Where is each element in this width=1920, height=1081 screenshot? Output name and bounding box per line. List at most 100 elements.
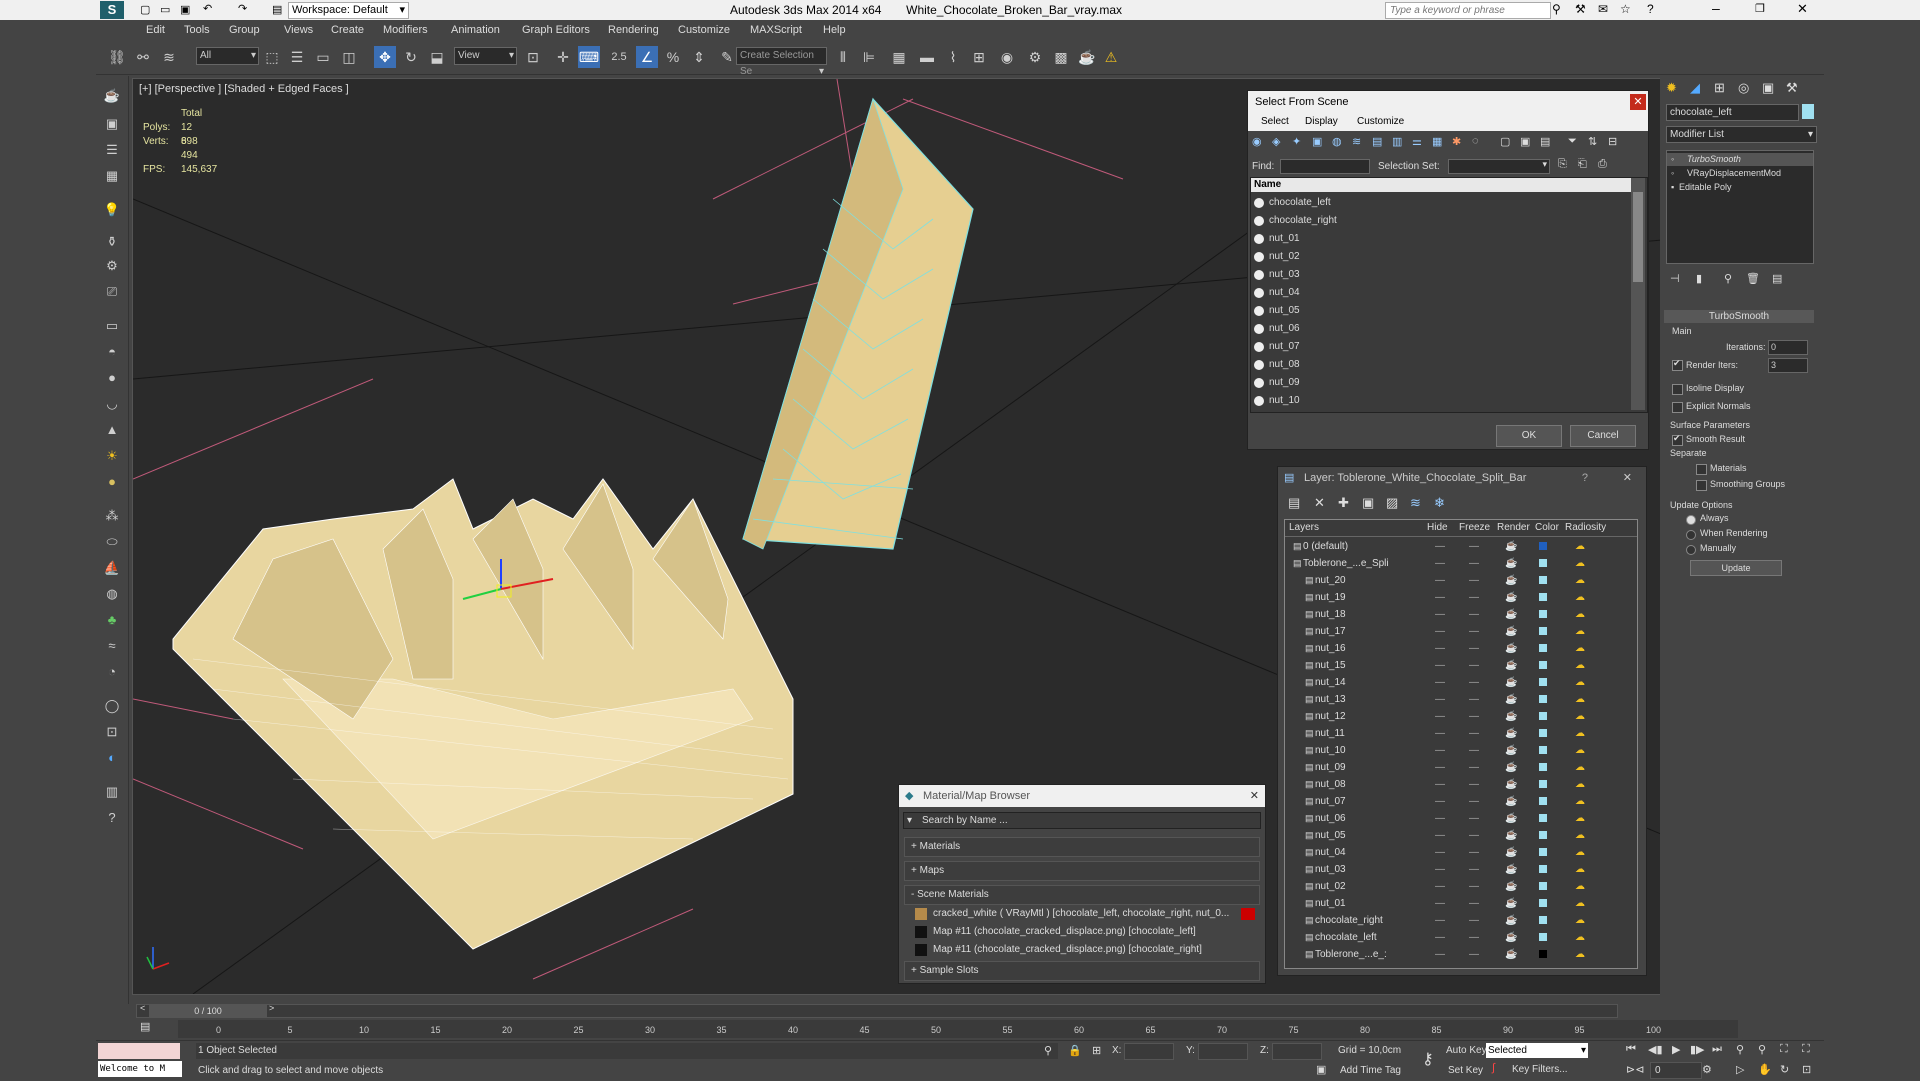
layer-row[interactable]: ▤ nut_06 — — ☕ ☁ <box>1285 810 1637 827</box>
hide-toggle[interactable]: — <box>1435 912 1445 929</box>
stack-item-editable-poly[interactable]: ▪ Editable Poly <box>1667 181 1813 194</box>
list-item[interactable]: nut_08 <box>1251 356 1631 374</box>
hierarchy-tab-icon[interactable]: ⊞ <box>1714 80 1725 96</box>
configure-sets-icon[interactable]: ▤ <box>1772 272 1782 285</box>
bind-space-warp-icon[interactable]: ≋ <box>158 46 180 68</box>
warning-icon[interactable]: ⚠ <box>1100 46 1122 68</box>
render-teapot-icon[interactable]: ☕ <box>1505 776 1517 793</box>
hide-toggle[interactable]: — <box>1435 742 1445 759</box>
ball-icon[interactable]: ● <box>102 472 122 492</box>
render-teapot-icon[interactable]: ☕ <box>1505 742 1517 759</box>
subscription-icon[interactable]: ⚒ <box>1575 2 1586 16</box>
mini-curve-editor-icon[interactable]: ▤ <box>140 1020 150 1033</box>
sfs-name-column-header[interactable]: Name <box>1251 178 1634 192</box>
render-teapot-icon[interactable]: ☕ <box>1505 844 1517 861</box>
hide-toggle[interactable]: — <box>1435 640 1445 657</box>
minimize-button[interactable]: – <box>1712 0 1720 16</box>
radiosity-icon[interactable]: ☁ <box>1575 623 1585 640</box>
display-spacewarps-icon[interactable]: ≋ <box>1352 135 1361 148</box>
hide-toggle[interactable]: — <box>1435 606 1445 623</box>
vray-help-icon[interactable]: ? <box>102 808 122 828</box>
material-browser-titlebar[interactable]: ◆ Material/Map Browser ✕ <box>899 785 1265 807</box>
layer-row[interactable]: ▤ chocolate_right — — ☕ ☁ <box>1285 912 1637 929</box>
filter-icon[interactable]: ⏷ <box>1568 135 1577 148</box>
binoculars-icon[interactable]: ⚲ <box>1552 2 1561 16</box>
close-icon[interactable]: ✕ <box>1630 94 1646 110</box>
hide-toggle[interactable]: — <box>1435 844 1445 861</box>
modifier-list-dropdown[interactable]: Modifier List ▾ <box>1666 126 1817 143</box>
radiosity-icon[interactable]: ☁ <box>1575 657 1585 674</box>
radiosity-icon[interactable]: ☁ <box>1575 793 1585 810</box>
object-color-swatch[interactable] <box>1802 104 1814 119</box>
delete-layer-icon[interactable]: ✕ <box>1314 495 1325 511</box>
separate-smoothing-groups-checkbox[interactable] <box>1696 480 1707 491</box>
globe-icon[interactable]: ◍ <box>102 584 122 604</box>
list-item[interactable]: nut_10 <box>1251 392 1631 410</box>
display-groups-icon[interactable]: ▤ <box>1372 135 1382 148</box>
zoom-extents-icon[interactable]: ⛶ <box>1780 1043 1788 1056</box>
display-hidden-icon[interactable]: ◌ <box>1472 135 1479 147</box>
selection-filter-dropdown[interactable]: All ▾ <box>196 47 259 65</box>
hide-toggle[interactable]: — <box>1435 878 1445 895</box>
sun-icon[interactable]: ☀ <box>102 446 122 466</box>
hide-toggle[interactable]: — <box>1435 725 1445 742</box>
render-teapot-icon[interactable]: ☕ <box>1505 589 1517 606</box>
add-to-layer-icon[interactable]: ✚ <box>1338 495 1349 511</box>
list-item[interactable]: chocolate_left <box>1251 194 1631 212</box>
sample-slots-section[interactable]: + Sample Slots <box>904 961 1260 981</box>
freeze-toggle[interactable]: — <box>1469 708 1479 725</box>
menu-tools[interactable]: Tools <box>184 24 210 36</box>
maps-section[interactable]: + Maps <box>904 861 1260 881</box>
hide-toggle[interactable]: — <box>1435 589 1445 606</box>
col-layers[interactable]: Layers <box>1289 522 1319 533</box>
render-teapot-icon[interactable]: ☕ <box>1505 674 1517 691</box>
angle-snap-icon[interactable]: ∠ <box>636 46 658 68</box>
menu-modifiers[interactable]: Modifiers <box>383 24 428 36</box>
layer-color-swatch[interactable] <box>1539 593 1547 601</box>
freeze-toggle[interactable]: — <box>1469 606 1479 623</box>
list-item[interactable]: nut_04 <box>1251 284 1631 302</box>
hide-toggle[interactable]: — <box>1435 623 1445 640</box>
keyboard-shortcut-override-icon[interactable]: ⌨ <box>578 46 600 68</box>
radiosity-icon[interactable]: ☁ <box>1575 589 1585 606</box>
close-icon[interactable]: ✕ <box>1623 467 1632 489</box>
light-bulb-icon[interactable]: 💡 <box>102 200 122 220</box>
x-coordinate-field[interactable] <box>1124 1043 1174 1060</box>
orbit-icon[interactable]: ↻ <box>1780 1063 1789 1076</box>
remove-modifier-icon[interactable]: 🗑 <box>1746 272 1760 285</box>
grid-icon[interactable]: ▦ <box>102 166 122 186</box>
favorites-icon[interactable]: ☆ <box>1620 2 1631 16</box>
hemisphere-icon[interactable]: ◓ <box>102 342 122 362</box>
teapot-small-icon[interactable]: ⚱ <box>102 232 122 252</box>
render-teapot-icon[interactable]: ☕ <box>1505 759 1517 776</box>
render-teapot-icon[interactable]: ☕ <box>1505 827 1517 844</box>
help-search-input[interactable]: Type a keyword or phrase <box>1385 2 1551 19</box>
layer-row[interactable]: ▤ nut_11 — — ☕ ☁ <box>1285 725 1637 742</box>
list-item[interactable]: chocolate_right <box>1251 212 1631 230</box>
y-coordinate-field[interactable] <box>1198 1043 1248 1060</box>
radiosity-icon[interactable]: ☁ <box>1575 640 1585 657</box>
zoom-all-icon[interactable]: ⚲ <box>1758 1043 1766 1056</box>
col-freeze[interactable]: Freeze <box>1459 522 1490 533</box>
plant-icon[interactable]: ♣ <box>102 610 122 630</box>
menu-maxscript[interactable]: MAXScript <box>750 24 802 36</box>
render-teapot-icon[interactable]: ☕ <box>1505 912 1517 929</box>
add-time-tag-icon[interactable]: ▣ <box>1316 1063 1326 1076</box>
layer-row[interactable]: ▤ nut_13 — — ☕ ☁ <box>1285 691 1637 708</box>
freeze-toggle[interactable]: — <box>1469 674 1479 691</box>
schematic-view-icon[interactable]: ⊞ <box>968 46 990 68</box>
go-to-end-icon[interactable]: ⏭ <box>1712 1043 1722 1056</box>
redo-icon[interactable]: ↷ <box>238 2 247 15</box>
edit-named-selection-icon[interactable]: ✎ <box>716 46 738 68</box>
hide-toggle[interactable]: — <box>1435 759 1445 776</box>
project-folder-icon[interactable]: ▤ <box>272 3 282 16</box>
hide-toggle[interactable]: — <box>1435 861 1445 878</box>
zoom-icon[interactable]: ⚲ <box>1736 1043 1744 1056</box>
layer-color-swatch[interactable] <box>1539 576 1547 584</box>
named-selection-set-dropdown[interactable]: Create Selection Se ▾ <box>736 47 827 77</box>
vray-fur-icon[interactable]: ▥ <box>102 782 122 802</box>
workspace-dropdown[interactable]: Workspace: Default ▾ <box>288 2 409 19</box>
smooth-result-checkbox[interactable] <box>1672 433 1683 446</box>
render-teapot-icon[interactable]: ☕ <box>1505 623 1517 640</box>
select-object-icon[interactable]: ⬚ <box>261 46 283 68</box>
